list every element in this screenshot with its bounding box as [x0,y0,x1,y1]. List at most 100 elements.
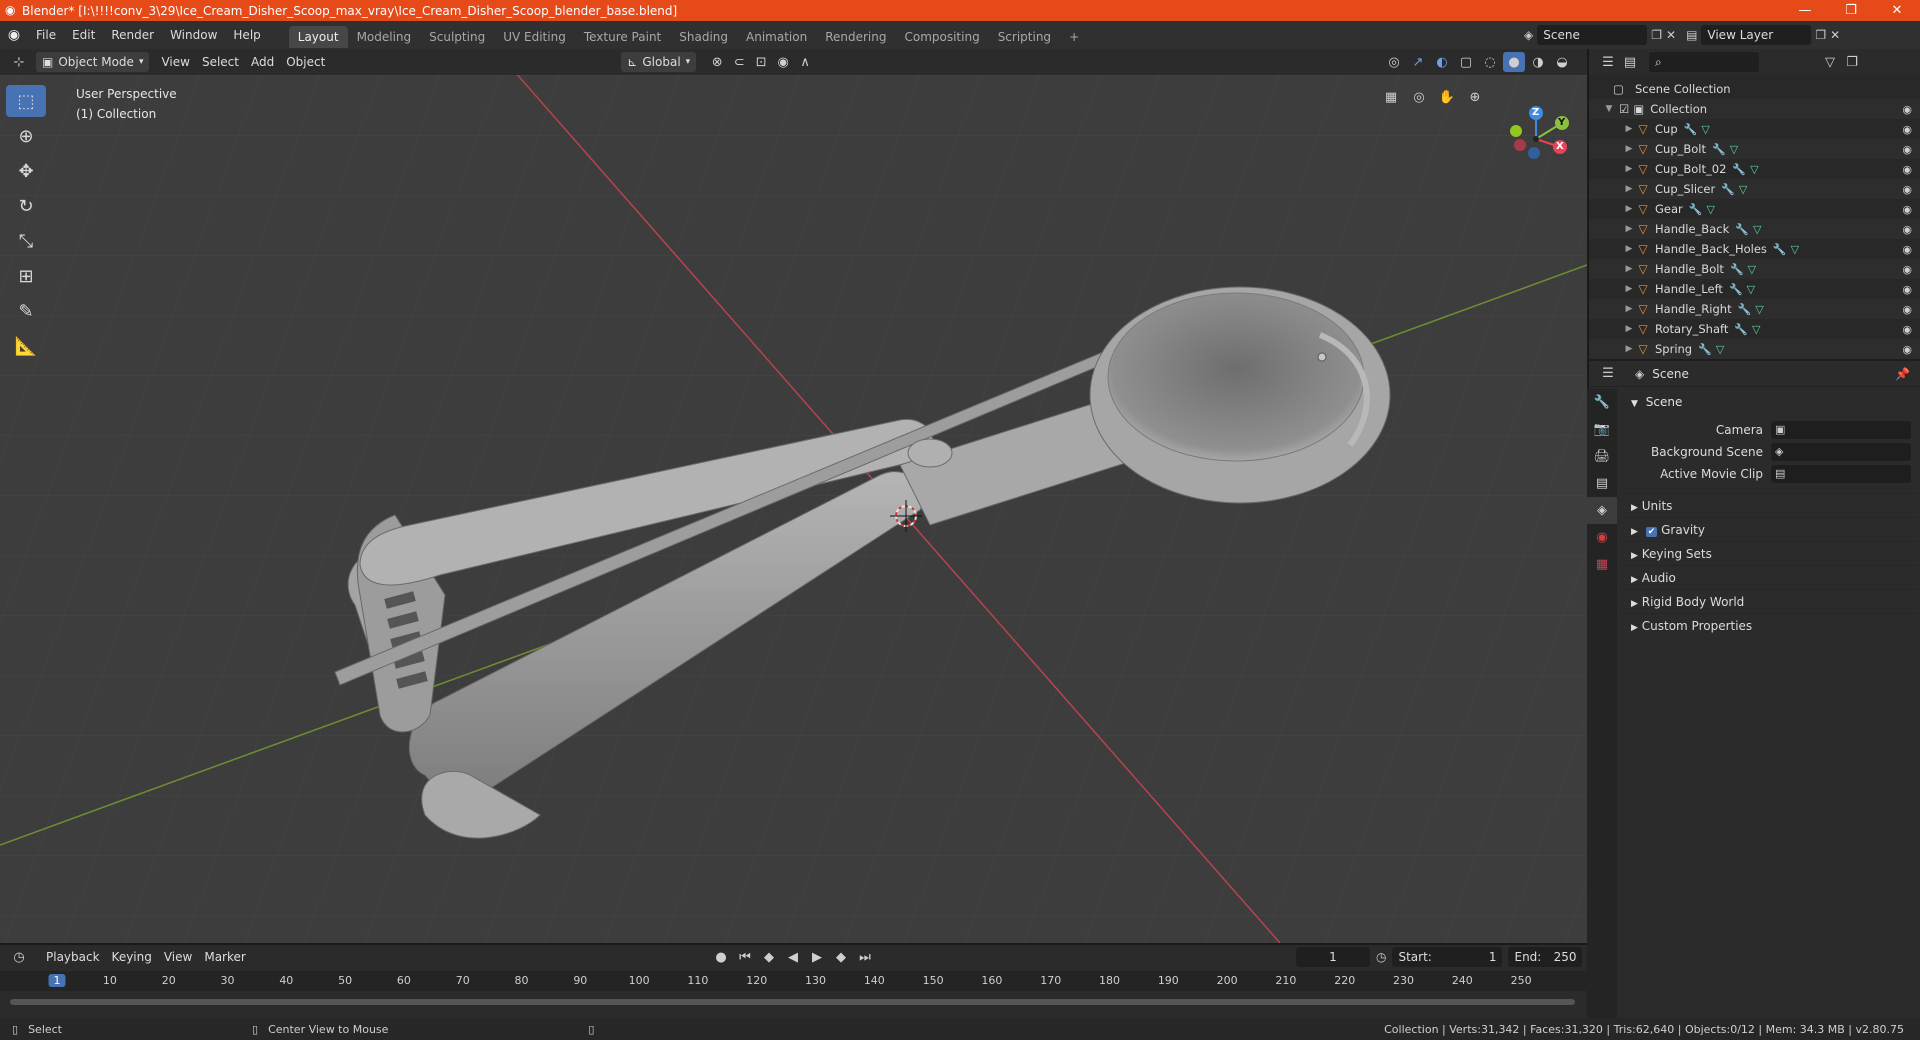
rendered-shading-icon[interactable]: ◒ [1551,52,1573,72]
minimize-button[interactable]: — [1782,0,1828,21]
mesh-data-icon[interactable]: ▽ [1716,343,1724,356]
output-tab-icon[interactable]: 🖨 [1587,443,1617,470]
tab-texture-paint[interactable]: Texture Paint [575,26,670,48]
menu-file[interactable]: File [28,21,64,49]
view-layer-icon[interactable]: ▤ [1686,28,1697,42]
modifier-wrench-icon[interactable]: 🔧 [1684,123,1698,136]
custom-properties-panel[interactable]: ▶ Custom Properties [1623,613,1918,637]
modifier-wrench-icon[interactable]: 🔧 [1730,263,1744,276]
audio-panel[interactable]: ▶ Audio [1623,565,1918,589]
tab-layout[interactable]: Layout [288,25,348,48]
camera-view-icon[interactable]: ◎ [1408,87,1430,107]
maximize-button[interactable]: ❐ [1828,0,1874,21]
scale-tool-icon[interactable]: ⤡ [6,225,46,257]
visibility-icon[interactable]: ◎ [1383,52,1405,72]
mesh-data-icon[interactable]: ▽ [1748,263,1756,276]
outliner-object-row[interactable]: ▶ ▽ Handle_Right 🔧 ▽ ◉ [1589,299,1920,319]
texture-tab-icon[interactable]: ▦ [1587,551,1617,578]
scene-collection-row[interactable]: ▢ Scene Collection [1589,79,1920,99]
snap-icon[interactable]: ⊂ [728,52,750,72]
delete-scene-icon[interactable]: ✕ [1666,28,1676,42]
keying-sets-panel[interactable]: ▶ Keying Sets [1623,541,1918,565]
display-mode-icon[interactable]: ▤ [1619,52,1641,72]
eye-icon[interactable]: ◉ [1902,203,1912,216]
modifier-wrench-icon[interactable]: 🔧 [1712,143,1726,156]
expand-icon[interactable]: ▶ [1623,284,1635,294]
eye-icon[interactable]: ◉ [1902,183,1912,196]
tab-scripting[interactable]: Scripting [989,26,1060,48]
preview-range-icon[interactable]: ◷ [1376,950,1386,964]
outliner-object-row[interactable]: ▶ ▽ Cup 🔧 ▽ ◉ [1589,119,1920,139]
menu-keying[interactable]: Keying [106,947,158,967]
jump-start-icon[interactable]: ⏮ [734,947,756,967]
mesh-data-icon[interactable]: ▽ [1752,323,1760,336]
play-icon[interactable]: ▶ [806,947,828,967]
solid-shading-icon[interactable]: ● [1503,52,1525,72]
outliner-object-row[interactable]: ▶ ▽ Cup_Bolt_02 🔧 ▽ ◉ [1589,159,1920,179]
outliner-object-row[interactable]: ▶ ▽ Cup_Bolt 🔧 ▽ ◉ [1589,139,1920,159]
mesh-data-icon[interactable]: ▽ [1753,223,1761,236]
world-tab-icon[interactable]: ◉ [1587,524,1617,551]
menu-object[interactable]: Object [280,52,331,72]
expand-icon[interactable]: ▶ [1623,304,1635,314]
scene-icon[interactable]: ◈ [1524,28,1533,42]
menu-view[interactable]: View [155,52,195,72]
active-movie-clip-field[interactable]: ▤ [1771,465,1911,483]
pivot-icon[interactable]: ⊗ [706,52,728,72]
pan-hand-icon[interactable]: ✋ [1436,87,1458,107]
menu-window[interactable]: Window [162,21,225,49]
eye-icon[interactable]: ◉ [1902,323,1912,336]
menu-help[interactable]: Help [225,21,268,49]
modifier-wrench-icon[interactable]: 🔧 [1738,303,1752,316]
modifier-wrench-icon[interactable]: 🔧 [1698,343,1712,356]
timeline-scrollbar[interactable] [10,999,1575,1005]
outliner-object-row[interactable]: ▶ ▽ Handle_Bolt 🔧 ▽ ◉ [1589,259,1920,279]
menu-edit[interactable]: Edit [64,21,103,49]
select-box-tool-icon[interactable]: ⬚ [6,85,46,117]
grid-view-icon[interactable]: ▦ [1380,87,1402,107]
eye-icon[interactable]: ◉ [1902,163,1912,176]
transform-tool-icon[interactable]: ⊞ [6,260,46,292]
modifier-wrench-icon[interactable]: 🔧 [1689,203,1703,216]
view-layer-tab-icon[interactable]: ▤ [1587,470,1617,497]
modifier-wrench-icon[interactable]: 🔧 [1732,163,1746,176]
rotate-tool-icon[interactable]: ↻ [6,190,46,222]
eye-icon[interactable]: ◉ [1902,143,1912,156]
menu-playback[interactable]: Playback [40,947,106,967]
tab-animation[interactable]: Animation [737,26,816,48]
play-reverse-icon[interactable]: ◀ [782,947,804,967]
cursor-tool-icon[interactable]: ⊕ [6,120,46,152]
background-scene-field[interactable]: ◈ [1771,443,1911,461]
material-shading-icon[interactable]: ◑ [1527,52,1549,72]
next-keyframe-icon[interactable]: ◆ [830,947,852,967]
scene-field[interactable]: Scene [1537,25,1648,45]
outliner-object-row[interactable]: ▶ ▽ Rotary_Shaft 🔧 ▽ ◉ [1589,319,1920,339]
modifier-wrench-icon[interactable]: 🔧 [1735,223,1749,236]
zoom-icon[interactable]: ⊕ [1464,87,1486,107]
eye-icon[interactable]: ◉ [1902,263,1912,276]
outliner-object-row[interactable]: ▶ ▽ Gear 🔧 ▽ ◉ [1589,199,1920,219]
3d-viewport[interactable]: Z Y X ▦ ◎ ✋ ⊕ [0,75,1587,943]
tab-shading[interactable]: Shading [670,26,737,48]
new-view-layer-icon[interactable]: ❐ [1815,28,1826,42]
expand-icon[interactable]: ▶ [1623,344,1635,354]
end-frame-field[interactable]: End: 250 [1508,947,1583,967]
expand-icon[interactable]: ▶ [1623,264,1635,274]
eye-icon[interactable]: ◉ [1902,223,1912,236]
expand-icon[interactable]: ▶ [1623,164,1635,174]
eye-icon[interactable]: ◉ [1902,103,1912,116]
mesh-data-icon[interactable]: ▽ [1747,283,1755,296]
current-frame-field[interactable]: 1 [1296,947,1370,967]
view-layer-field[interactable]: View Layer [1701,25,1812,45]
frame-ruler[interactable]: 1 10 20 30 40 50 60 70 80 90 100 110 120 130 140 150 160… [0,971,1587,991]
properties-editor-icon[interactable]: ☰ [1597,364,1619,384]
outliner-editor-icon[interactable]: ☰ [1597,52,1619,72]
falloff-icon[interactable]: ∧ [794,52,816,72]
expand-icon[interactable]: ▶ [1623,224,1635,234]
tab-rendering[interactable]: Rendering [816,26,895,48]
snap-target-icon[interactable]: ⊡ [750,52,772,72]
gravity-panel[interactable]: ▶ ✔ Gravity [1623,517,1918,541]
mesh-data-icon[interactable]: ▽ [1791,243,1799,256]
tab-sculpting[interactable]: Sculpting [420,26,494,48]
move-tool-icon[interactable]: ✥ [6,155,46,187]
